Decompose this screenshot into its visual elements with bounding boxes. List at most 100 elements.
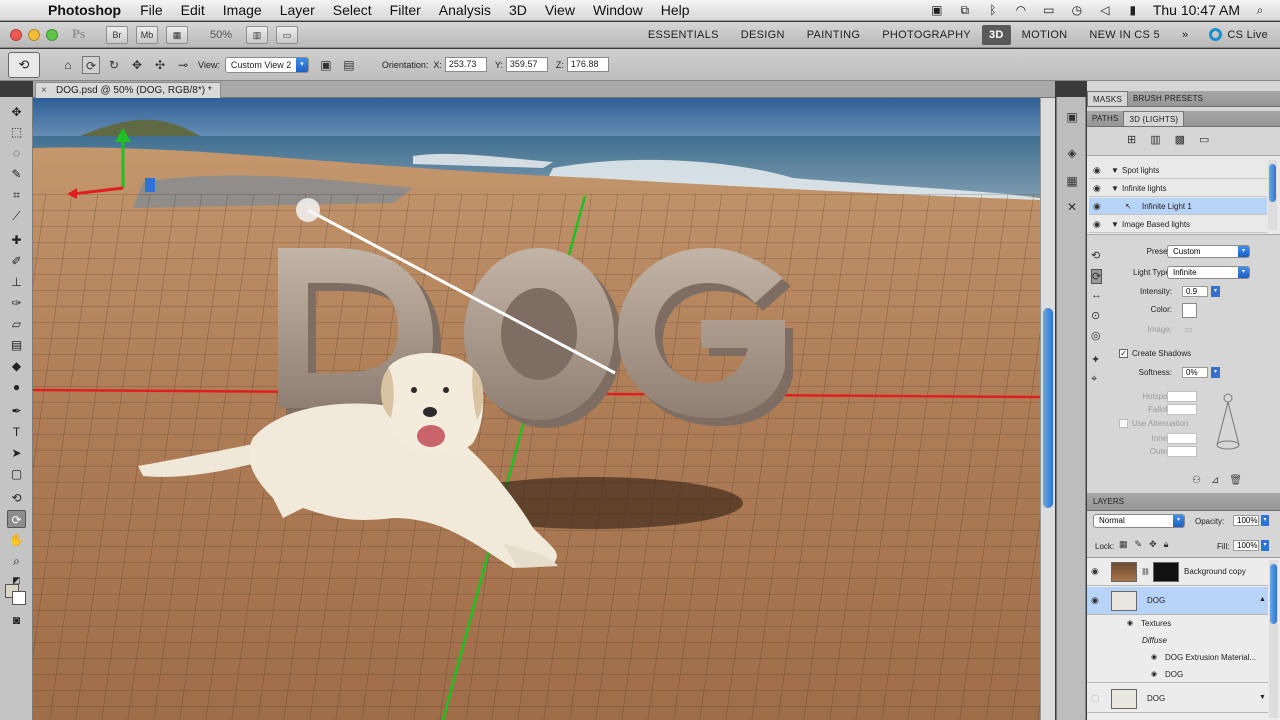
dodge-tool-icon[interactable]: ● — [7, 378, 26, 396]
softness-slider-icon[interactable]: ▾ — [1211, 367, 1220, 378]
light-type-select[interactable]: Infinite ▾ — [1167, 266, 1250, 279]
toggle-light-guides-icon[interactable]: ⚇ — [1192, 475, 1201, 486]
menu-help[interactable]: Help — [652, 2, 699, 18]
list-item[interactable]: ◉ ▼ Infinite lights — [1089, 180, 1267, 197]
navigator-icon[interactable]: ▦ — [1063, 173, 1081, 189]
rotate-3d-icon[interactable]: ⟳ — [82, 55, 100, 74]
cs-live-button[interactable]: CS Live — [1199, 28, 1280, 41]
layer-sub-item-dog[interactable]: ◉ DOG — [1087, 667, 1268, 683]
zoom-tool-icon[interactable]: ⌕ — [7, 552, 26, 570]
falloff-field[interactable] — [1167, 404, 1197, 415]
quick-mask-icon[interactable]: ◙ — [7, 611, 26, 629]
lasso-tool-icon[interactable]: ◌ — [7, 144, 26, 162]
lock-position-icon[interactable]: ✥ — [1149, 539, 1157, 550]
menu-filter[interactable]: Filter — [381, 2, 430, 18]
layer-row-dog[interactable]: ▢ DOG ▼ — [1087, 685, 1268, 713]
walk-3d-icon[interactable]: ✣ — [151, 56, 169, 74]
healing-brush-tool-icon[interactable]: ✚ — [7, 231, 26, 249]
delete-view-icon[interactable]: ▤ — [340, 56, 358, 74]
blend-mode-select[interactable]: Normal ▾ — [1093, 514, 1185, 528]
menu-layer[interactable]: Layer — [271, 2, 324, 18]
layers-scrollbar[interactable] — [1269, 560, 1278, 718]
menubar-clock[interactable]: Thu 10:47 AM — [1153, 2, 1240, 18]
mini-bridge-button[interactable]: Mb — [136, 25, 158, 44]
menu-analysis[interactable]: Analysis — [430, 2, 500, 18]
workspace-design[interactable]: DESIGN — [730, 29, 796, 41]
document-tab[interactable]: × DOG.psd @ 50% (DOG, RGB/8*) * — [35, 82, 221, 98]
wifi-icon[interactable]: ◠ — [1013, 3, 1029, 17]
scrollbar-thumb[interactable] — [1270, 564, 1277, 624]
marquee-tool-icon[interactable]: ⬚ — [7, 123, 26, 141]
pen-tool-icon[interactable]: ✒ — [7, 402, 26, 420]
screen-mode-button[interactable]: ▭ — [276, 25, 299, 44]
z-field[interactable]: 176.88 — [566, 57, 609, 72]
light-pan-tool-icon[interactable]: ⟳ — [1091, 269, 1103, 284]
bluetooth-icon[interactable]: ᛒ — [985, 3, 1001, 17]
eye-hidden-icon[interactable]: ▢ — [1091, 693, 1100, 704]
workspace-painting[interactable]: PAINTING — [796, 29, 872, 41]
battery-icon[interactable]: ▮ — [1125, 3, 1141, 17]
layer-row-background-copy[interactable]: ◉ ⛓︎ Background copy — [1087, 558, 1268, 586]
fill-slider-icon[interactable]: ▾ — [1261, 540, 1269, 551]
tool-preset-picker[interactable]: ⟲ — [8, 51, 40, 78]
eye-icon[interactable]: ◉ — [1093, 180, 1101, 197]
shape-tool-icon[interactable]: ▢ — [7, 465, 26, 483]
create-shadows-checkbox[interactable]: ✓ — [1119, 349, 1128, 358]
mini-bridge-icon[interactable]: ▣ — [1063, 109, 1081, 125]
zoom-3d-icon[interactable]: ⊸ — [174, 56, 192, 74]
eye-icon[interactable]: ◉ — [1091, 566, 1099, 577]
view-extras-button[interactable]: ▦ — [166, 25, 188, 44]
hand-tool-icon[interactable]: ✋ — [7, 531, 26, 549]
launch-bridge-button[interactable]: Br — [106, 25, 128, 44]
spotlight-search-icon[interactable]: ⌕ — [1252, 3, 1268, 17]
eye-icon[interactable]: ◉ — [1093, 198, 1101, 215]
list-item-selected[interactable]: ◉ ↖ Infinite Light 1 — [1089, 198, 1267, 215]
menu-window[interactable]: Window — [584, 2, 652, 18]
path-selection-tool-icon[interactable]: ➤ — [7, 444, 26, 462]
layer-mask-thumbnail[interactable] — [1153, 562, 1179, 582]
lock-image-icon[interactable]: ✎ — [1135, 539, 1143, 550]
link-icon[interactable]: ⛓︎ — [1141, 568, 1150, 576]
background-color-swatch[interactable] — [12, 591, 26, 605]
eye-icon[interactable]: ◉ — [1093, 162, 1101, 179]
menu-select[interactable]: Select — [324, 2, 381, 18]
fill-field[interactable]: 100% — [1233, 540, 1259, 551]
3d-panel-icon[interactable]: ◈ — [1063, 145, 1081, 161]
arrange-documents-button[interactable]: ▥ — [246, 25, 269, 44]
delete-light-icon[interactable]: 🗑︎ — [1229, 475, 1242, 486]
tab-paths[interactable]: PATHS — [1087, 111, 1123, 126]
3d-camera-rotate-tool-icon[interactable]: ⟳ — [7, 510, 26, 528]
canvas-vertical-scrollbar[interactable] — [1040, 98, 1055, 720]
intensity-slider-icon[interactable]: ▾ — [1211, 286, 1220, 297]
tab-3d-lights[interactable]: 3D {LIGHTS} — [1123, 111, 1185, 126]
collapse-triangle-icon[interactable]: ▲ — [1259, 596, 1266, 603]
zoom-window-button[interactable] — [46, 28, 58, 41]
menu-image[interactable]: Image — [214, 2, 271, 18]
save-view-icon[interactable]: ▣ — [317, 56, 335, 74]
quick-select-tool-icon[interactable]: ✎ — [7, 165, 26, 183]
canvas-image[interactable] — [33, 98, 1040, 720]
infinite-light-handle[interactable] — [296, 198, 320, 222]
move-tool-icon[interactable]: ✥ — [7, 103, 26, 121]
menu-3d[interactable]: 3D — [500, 2, 536, 18]
y-field[interactable]: 359.57 — [505, 57, 548, 72]
workspace-3d[interactable]: 3D — [981, 24, 1011, 45]
menu-view[interactable]: View — [536, 2, 584, 18]
menu-file[interactable]: File — [131, 2, 172, 18]
close-tab-icon[interactable]: × — [41, 83, 47, 98]
lock-all-icon[interactable]: 🔒︎ — [1164, 539, 1169, 550]
layer-row-dog-selected[interactable]: ◉ DOG ▲ — [1087, 587, 1268, 615]
x-field[interactable]: 253.73 — [444, 57, 487, 72]
workspace-motion[interactable]: MOTION — [1011, 29, 1079, 41]
layers-panel-title[interactable]: LAYERS — [1093, 497, 1124, 506]
intensity-field[interactable]: 0.9 — [1182, 286, 1208, 297]
light-origin-tool-icon[interactable]: ⊙ — [1091, 309, 1100, 322]
use-attenuation-checkbox[interactable] — [1119, 419, 1128, 428]
lights-icon[interactable]: ▭ — [1199, 133, 1209, 149]
menu-edit[interactable]: Edit — [172, 2, 214, 18]
inner-field[interactable] — [1167, 433, 1197, 444]
whole-scene-icon[interactable]: ⊞ — [1127, 133, 1136, 149]
return-to-initial-position-icon[interactable]: ⌂ — [59, 56, 77, 74]
preset-select[interactable]: Custom ▾ — [1167, 245, 1250, 258]
new-light-icon[interactable]: ⊿ — [1211, 475, 1219, 486]
